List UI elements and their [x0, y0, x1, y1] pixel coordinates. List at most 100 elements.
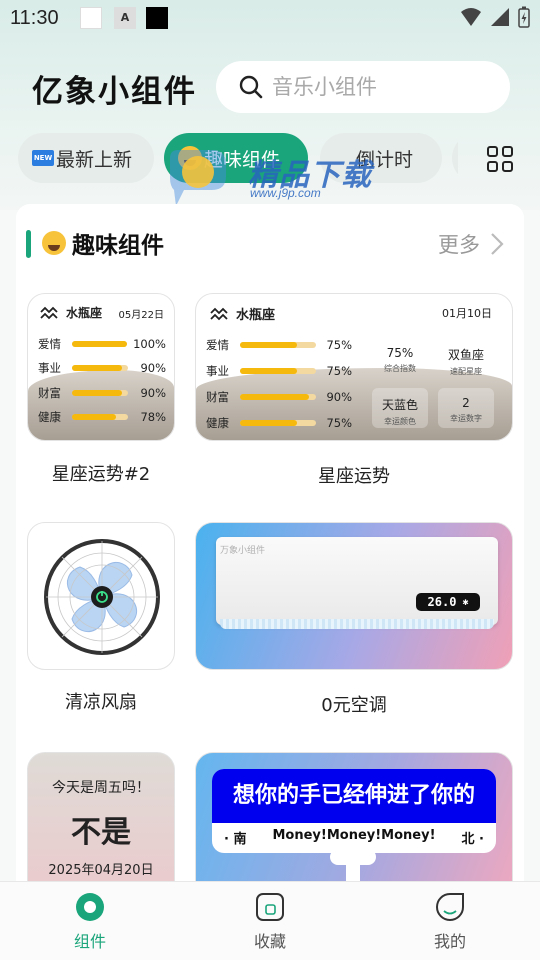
ac-temperature: 26.0	[427, 595, 457, 609]
battery-icon	[518, 6, 530, 28]
tab-fun-widgets[interactable]: 趣味组件	[164, 133, 308, 183]
fortune-percent: 75%	[326, 416, 352, 430]
tab-countdown[interactable]: 倒计时	[320, 133, 442, 183]
fortune-bar-fill	[72, 390, 123, 396]
nav-widgets[interactable]: 组件	[45, 892, 135, 952]
fortune-percent: 78%	[140, 410, 166, 424]
zodiac-header: 水瓶座	[40, 304, 102, 321]
fortune-bar	[239, 420, 317, 426]
snowflake-icon: ✱	[462, 596, 469, 608]
zodiac-stat: 双鱼座 速配星座	[434, 346, 498, 377]
nav-label: 收藏	[253, 932, 286, 951]
more-link[interactable]: 更多	[438, 229, 504, 259]
fortune-bar	[72, 365, 128, 371]
direction-south: · 南	[224, 832, 247, 847]
money-banner: 想你的手已经伸进了你的	[212, 769, 496, 823]
tab-latest[interactable]: NEW 最新上新	[18, 133, 154, 183]
aquarius-icon	[210, 307, 228, 320]
more-label: 更多	[438, 233, 480, 257]
new-badge-icon: NEW	[32, 150, 54, 166]
ac-vent	[220, 619, 494, 629]
profile-icon	[435, 892, 465, 922]
friday-answer: 不是	[71, 815, 131, 850]
aquarius-icon	[40, 306, 58, 319]
font-notification-icon: A	[114, 7, 136, 29]
ac-brand: 万象小组件	[220, 546, 266, 556]
fortune-label: 爱情	[206, 338, 229, 352]
money-sign-widget[interactable]: 想你的手已经伸进了你的 · 南 Money!Money!Money! 北 ·	[195, 752, 513, 884]
zodiac-stat: 75% 综合指数	[368, 346, 432, 374]
fortune-row: 财富 90%	[206, 389, 352, 405]
fortune-bar-fill	[239, 394, 309, 400]
notification-icon	[80, 7, 102, 29]
fan-icon	[44, 539, 160, 655]
fortune-bar	[239, 368, 317, 374]
favorites-icon	[255, 892, 285, 922]
fortune-bar-fill	[239, 342, 298, 348]
bottom-navigation: 组件 收藏 我的	[0, 881, 540, 960]
air-conditioner-unit: 万象小组件 26.0 ✱	[216, 537, 498, 629]
nav-favorites[interactable]: 收藏	[225, 892, 315, 952]
section-title: 趣味组件	[42, 226, 164, 260]
wifi-icon	[461, 8, 481, 26]
money-row: · 南 Money!Money!Money! 北 ·	[212, 823, 496, 847]
fortune-label: 健康	[38, 410, 61, 424]
fortune-row: 健康 78%	[38, 409, 166, 425]
is-it-friday-widget[interactable]: 今天是周五吗！ 不是 2025年04月20日	[27, 752, 175, 884]
search-input[interactable]	[272, 75, 492, 99]
fortune-bar	[71, 341, 128, 347]
zodiac-header: 水瓶座	[210, 304, 275, 323]
fortune-percent: 90%	[140, 386, 166, 400]
section-title-text: 趣味组件	[72, 233, 164, 259]
money-text: Money!Money!Money!	[272, 828, 436, 843]
search-icon	[239, 75, 263, 99]
friday-date: 2025年04月20日	[48, 863, 154, 878]
zodiac-stat: 2 幸运数字	[434, 396, 498, 424]
status-bar: 11:30 A	[0, 0, 540, 38]
fortune-percent: 75%	[326, 364, 352, 378]
fortune-label: 财富	[206, 390, 229, 404]
hill-background	[28, 370, 174, 440]
stat-label: 综合指数	[384, 364, 416, 373]
stat-label: 幸运数字	[450, 414, 482, 423]
fortune-bar	[239, 342, 317, 348]
fortune-row: 事业 75%	[206, 363, 352, 379]
all-categories-grid-icon[interactable]	[487, 146, 513, 172]
fortune-row: 事业 90%	[38, 360, 166, 376]
fortune-bar-fill	[239, 368, 298, 374]
fortune-bar-fill	[239, 420, 298, 426]
fortune-bar-fill	[72, 414, 116, 420]
signal-icon	[491, 8, 509, 26]
widget-list-panel: 趣味组件 更多 水瓶座 05月22日 爱情 100% 事业 90% 财富 90% 健康…	[16, 204, 524, 884]
direction-north: 北 ·	[461, 832, 484, 847]
fortune-label: 事业	[206, 364, 229, 378]
zodiac-sign: 水瓶座	[66, 306, 103, 320]
zodiac-small-widget[interactable]: 水瓶座 05月22日 爱情 100% 事业 90% 财富 90% 健康 78%	[27, 293, 175, 441]
fortune-bar	[239, 394, 317, 400]
tab-more[interactable]	[452, 133, 458, 183]
fortune-row: 爱情 75%	[206, 337, 352, 353]
fortune-bar	[72, 414, 128, 420]
nav-profile[interactable]: 我的	[405, 892, 495, 952]
fortune-percent: 100%	[133, 337, 166, 351]
fortune-percent: 90%	[140, 361, 166, 375]
status-time: 11:30	[10, 7, 59, 29]
fortune-row: 爱情 100%	[38, 336, 166, 352]
section-accent-bar	[26, 230, 31, 258]
fan-widget[interactable]	[27, 522, 175, 670]
zodiac-large-widget[interactable]: 水瓶座 01月10日 爱情 75% 事业 75% 财富 90% 健康 75% 75% 综合…	[195, 293, 513, 441]
stat-value: 双鱼座	[447, 348, 484, 362]
fortune-percent: 75%	[326, 338, 352, 352]
air-conditioner-widget[interactable]: 万象小组件 26.0 ✱	[195, 522, 513, 670]
fortune-row: 健康 75%	[206, 415, 352, 431]
fortune-label: 健康	[206, 416, 229, 430]
status-icons	[460, 6, 530, 28]
widget-caption: 星座运势#2	[51, 464, 151, 485]
tab-label: 最新上新	[56, 148, 133, 171]
app-notification-icon	[146, 7, 168, 29]
search-bar[interactable]	[216, 61, 510, 113]
stat-label: 幸运颜色	[384, 417, 416, 426]
stat-value: 2	[462, 396, 470, 410]
ac-temperature-display: 26.0 ✱	[416, 593, 480, 611]
friday-question: 今天是周五吗！	[52, 780, 150, 796]
